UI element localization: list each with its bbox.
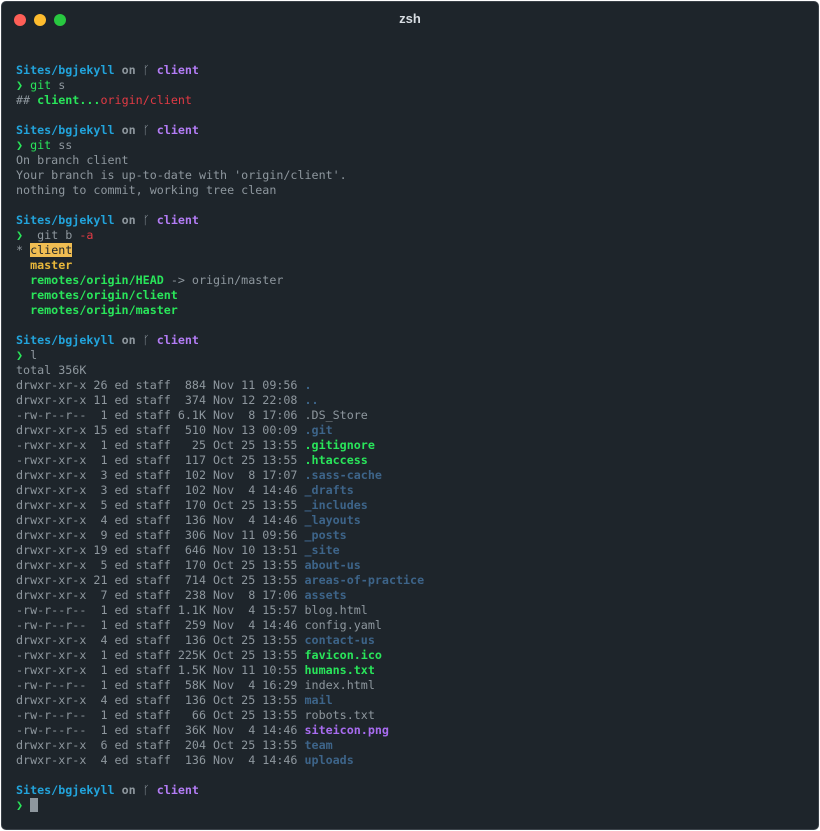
prompt-branch: client <box>156 63 199 77</box>
listing-row: drwxr-xr-x 9 ed staff 306 Nov 11 09:56 _… <box>16 528 347 542</box>
listing-row: -rwxr-xr-x 1 ed staff 25 Oct 25 13:55 .g… <box>16 438 375 452</box>
branch-line: remotes/origin/HEAD -> origin/master <box>16 273 284 287</box>
active-command-line[interactable]: ❯ <box>16 798 814 813</box>
listing-row: -rwxr-xr-x 1 ed staff 1.5K Nov 11 10:55 … <box>16 663 375 677</box>
output-line: nothing to commit, working tree clean <box>16 183 277 197</box>
prompt-arrow-icon: ❯ <box>16 228 24 242</box>
output-line: ## client...origin/client <box>16 93 192 107</box>
listing-row: -rwxr-xr-x 1 ed staff 117 Oct 25 13:55 .… <box>16 453 368 467</box>
listing-row: -rw-r--r-- 1 ed staff 36K Nov 4 14:46 si… <box>16 723 389 737</box>
prompt-arrow-icon: ❯ <box>16 78 24 92</box>
listing-row: drwxr-xr-x 26 ed staff 884 Nov 11 09:56 … <box>16 378 312 392</box>
prompt-line: Sites/bgjekyll on ᚴ client <box>16 333 199 347</box>
prompt-line: Sites/bgjekyll on ᚴ client <box>16 123 199 137</box>
terminal-output[interactable]: Sites/bgjekyll on ᚴ client ❯ git s ## cl… <box>16 63 814 813</box>
listing-row: -rw-r--r-- 1 ed staff 6.1K Nov 8 17:06 .… <box>16 408 368 422</box>
text-cursor <box>30 798 39 812</box>
command-line: ❯ git ss <box>16 138 73 152</box>
prompt-line: Sites/bgjekyll on ᚴ client <box>16 783 199 797</box>
listing-row: drwxr-xr-x 4 ed staff 136 Oct 25 13:55 m… <box>16 693 333 707</box>
window-title: zsh <box>399 11 421 26</box>
git-branch-icon: ᚴ <box>142 123 150 137</box>
listing-row: drwxr-xr-x 19 ed staff 646 Nov 10 13:51 … <box>16 543 340 557</box>
listing-row: drwxr-xr-x 11 ed staff 374 Nov 12 22:08 … <box>16 393 319 407</box>
git-branch-icon: ᚴ <box>142 783 150 797</box>
title-bar: zsh <box>2 2 818 36</box>
listing-row: drwxr-xr-x 4 ed staff 136 Nov 4 14:46 up… <box>16 753 354 767</box>
prompt-line: Sites/bgjekyll on ᚴ client <box>16 213 199 227</box>
total-line: total 356K <box>16 363 87 377</box>
terminal-window: zsh Sites/bgjekyll on ᚴ client ❯ git s #… <box>1 1 819 830</box>
branch-line: master <box>16 258 73 272</box>
listing-row: drwxr-xr-x 5 ed staff 170 Oct 25 13:55 _… <box>16 498 368 512</box>
listing-row: drwxr-xr-x 7 ed staff 238 Nov 8 17:06 as… <box>16 588 347 602</box>
listing-row: -rw-r--r-- 1 ed staff 66 Oct 25 13:55 ro… <box>16 708 375 722</box>
listing-row: drwxr-xr-x 5 ed staff 170 Oct 25 13:55 a… <box>16 558 361 572</box>
listing-row: -rw-r--r-- 1 ed staff 259 Nov 4 14:46 co… <box>16 618 382 632</box>
branch-line: remotes/origin/client <box>16 288 178 302</box>
branch-line: remotes/origin/master <box>16 303 178 317</box>
listing-row: drwxr-xr-x 15 ed staff 510 Nov 13 00:09 … <box>16 423 333 437</box>
command-line: ❯ git b -a <box>16 228 94 242</box>
prompt-arrow-icon: ❯ <box>16 348 24 362</box>
prompt-arrow-icon: ❯ <box>16 138 24 152</box>
prompt-dir: Sites/bgjekyll <box>16 63 115 77</box>
command-line: ❯ l <box>16 348 38 362</box>
git-branch-icon: ᚴ <box>142 63 150 77</box>
output-line: On branch client <box>16 153 129 167</box>
listing-row: -rw-r--r-- 1 ed staff 1.1K Nov 4 15:57 b… <box>16 603 368 617</box>
listing-row: drwxr-xr-x 3 ed staff 102 Nov 8 17:07 .s… <box>16 468 382 482</box>
listing-row: -rw-r--r-- 1 ed staff 58K Nov 4 16:29 in… <box>16 678 375 692</box>
listing-row: -rwxr-xr-x 1 ed staff 225K Oct 25 13:55 … <box>16 648 382 662</box>
prompt-line: Sites/bgjekyll on ᚴ client <box>16 63 199 77</box>
output-line: Your branch is up-to-date with 'origin/c… <box>16 168 347 182</box>
git-branch-icon: ᚴ <box>142 213 150 227</box>
branch-line-current: * client <box>16 243 73 257</box>
listing-row: drwxr-xr-x 3 ed staff 102 Nov 4 14:46 _d… <box>16 483 354 497</box>
current-branch: client <box>30 243 73 257</box>
prompt-arrow-icon: ❯ <box>16 798 24 812</box>
listing-row: drwxr-xr-x 4 ed staff 136 Oct 25 13:55 c… <box>16 633 375 647</box>
listing-row: drwxr-xr-x 4 ed staff 136 Nov 4 14:46 _l… <box>16 513 361 527</box>
command-line: ❯ git s <box>16 78 66 92</box>
listing-row: drwxr-xr-x 21 ed staff 714 Oct 25 13:55 … <box>16 573 425 587</box>
listing-row: drwxr-xr-x 6 ed staff 204 Oct 25 13:55 t… <box>16 738 333 752</box>
git-branch-icon: ᚴ <box>142 333 150 347</box>
